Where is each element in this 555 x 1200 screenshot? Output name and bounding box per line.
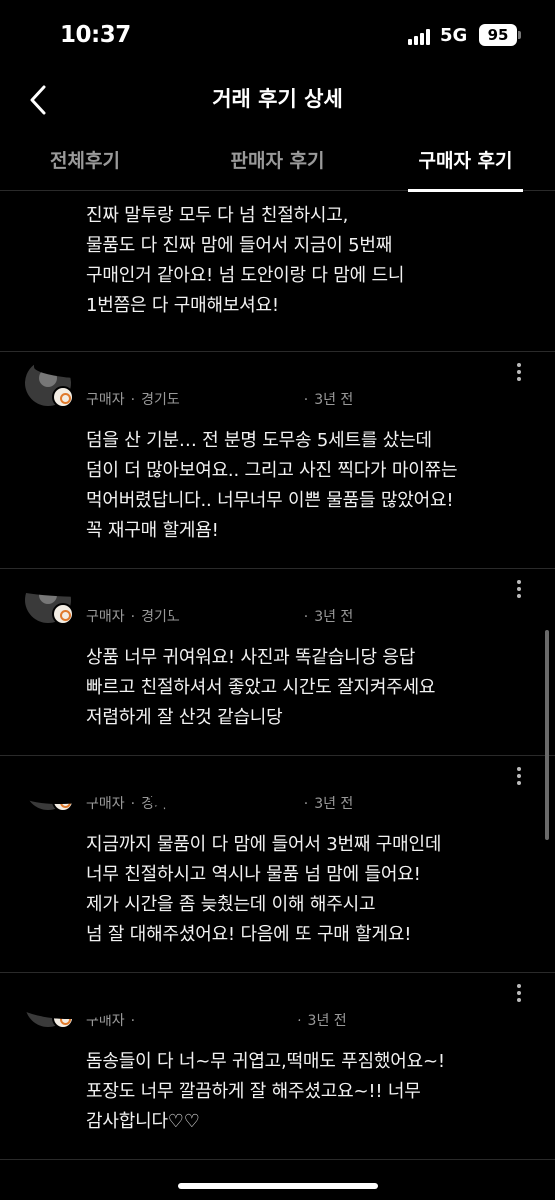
status-bar: 10:37 5G 95 [0, 0, 555, 75]
reviewer-role: 구매자 [86, 609, 125, 625]
reviewer-location: 경기도 [141, 392, 180, 408]
review-time: 3년 전 [314, 796, 354, 812]
level-badge-icon [52, 386, 74, 408]
tab-buyer-reviews[interactable]: 구매자 후기 [408, 133, 523, 192]
tab-bar: 전체후기 판매자 후기 구매자 후기 [0, 133, 555, 192]
review-time: 3년 전 [314, 392, 354, 408]
tab-all-reviews[interactable]: 전체후기 [30, 133, 140, 191]
review-header: 구매자·경기도·3년 전 [0, 569, 555, 625]
redaction-mark [186, 385, 296, 407]
review-text: 돔송들이 다 너~무 귀엽고,떡매도 푸짐했어요~! 포장도 너무 깔끔하게 잘… [86, 1051, 445, 1132]
nav-header: 거래 후기 상세 [0, 75, 555, 125]
review-header: 구매자 · · 3년 전 [0, 973, 555, 1029]
tab-seller-reviews[interactable]: 판매자 후기 [210, 133, 345, 191]
level-badge-icon [52, 603, 74, 625]
redaction-mark [8, 575, 168, 597]
redaction-mark [150, 790, 300, 812]
review-item: 구매자 · 경기도 · 3년 전 상품 너무 귀여워요! 사진과 똑같습니당 응답 빠르… [0, 569, 555, 756]
signal-icon [408, 29, 432, 45]
review-item: 구매자·경기도·3년 전 지금까지 물품이 다 맘에 들어서 3번째 구매인데 … [0, 756, 555, 973]
review-item: 진짜 말투랑 모두 다 넘 친절하시고, 물품도 다 진짜 맘에 들어서 지금이… [0, 191, 555, 352]
redaction-mark [150, 1003, 300, 1029]
review-time: 3년 전 [307, 1013, 347, 1029]
battery-icon: 95 [479, 24, 517, 46]
review-item: 구매자 · · 3년 전 돔송들이 다 너~무 귀엽고,떡매도 푸짐했어요~! 포장도… [0, 973, 555, 1160]
home-indicator[interactable] [178, 1183, 378, 1189]
review-header: 구매자·경기도·3년 전 [0, 756, 555, 812]
more-options-button[interactable] [511, 764, 527, 792]
page-title: 거래 후기 상세 [212, 87, 343, 111]
review-header: 구매자·경기도·3년 전 [0, 352, 555, 408]
more-options-button[interactable] [511, 981, 527, 1009]
review-list: 진짜 말투랑 모두 다 넘 친절하시고, 물품도 다 진짜 맘에 들어서 지금이… [0, 191, 555, 1200]
review-text: 덤을 산 기분… 전 분명 도무송 5세트를 샀는데 덤이 더 많아보여요.. … [86, 430, 458, 541]
status-time: 10:37 [60, 22, 131, 48]
review-text: 지금까지 물품이 다 맘에 들어서 3번째 구매인데 너무 친절하시고 역시나 … [86, 834, 442, 945]
redaction-mark [10, 975, 130, 1019]
more-options-button[interactable] [511, 360, 527, 388]
more-options-button[interactable] [511, 577, 527, 605]
review-time: 3년 전 [314, 609, 354, 625]
scrollbar[interactable] [545, 630, 549, 840]
review-text: 상품 너무 귀여워요! 사진과 똑같습니당 응답 빠르고 친절하셔서 좋았고 시… [86, 647, 436, 728]
battery-cap [518, 31, 521, 39]
network-label: 5G [440, 25, 468, 46]
review-text: 진짜 말투랑 모두 다 넘 친절하시고, 물품도 다 진짜 맘에 들어서 지금이… [86, 205, 405, 316]
redaction-mark [4, 758, 109, 804]
redaction-mark [34, 354, 199, 380]
redaction-mark [172, 603, 298, 625]
reviewer-role: 구매자 [86, 392, 125, 408]
review-item: 구매자 · 경기도 · 3년 전 덤을 산 기분… 전 분명 도무송 5세트를 샀는데 … [0, 352, 555, 569]
